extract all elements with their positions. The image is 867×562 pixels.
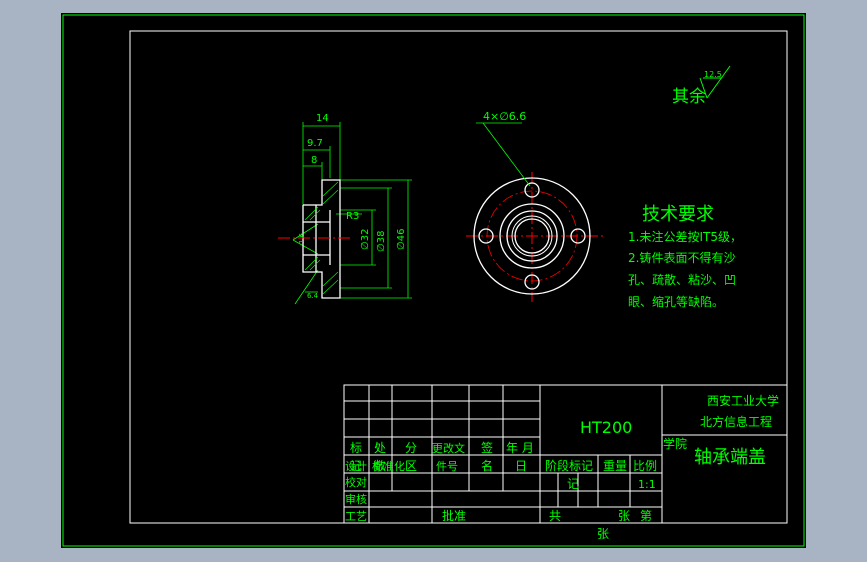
dim-r3: R3	[346, 211, 359, 222]
holes-label: 4×∅6.6	[483, 110, 526, 123]
rev-header: 标	[350, 441, 362, 455]
school-line-3: 学院	[663, 436, 687, 451]
school-line-2: 北方信息工程	[700, 414, 772, 429]
dim-8: 8	[311, 155, 317, 166]
dim-9-7: 9.7	[307, 138, 323, 149]
material: HT200	[580, 418, 632, 437]
note-line: 1.未注公差按IT5级，	[628, 229, 742, 244]
rev-header: 签	[481, 440, 493, 455]
dim-1-6: 1.6	[298, 232, 306, 244]
approve-label: 批准	[442, 508, 466, 523]
scale-label: 比例	[633, 459, 657, 473]
note-line: 孔、疏散、粘沙、凹	[628, 272, 736, 287]
sheet-unit: 张	[618, 509, 630, 523]
school-line-1: 西安工业大学	[707, 393, 779, 408]
roughness-label: 其余	[672, 87, 706, 107]
rev-header2: 件号	[436, 460, 458, 473]
note-line: 眼、缩孔等缺陷。	[628, 294, 724, 309]
dim-d32: ∅32	[360, 229, 371, 250]
rev-header: 更改文	[432, 441, 465, 455]
scale-value: 1:1	[638, 478, 656, 491]
stage-sub: 记	[567, 477, 579, 491]
page-unit: 张	[597, 527, 609, 541]
part-name: 轴承端盖	[694, 447, 766, 468]
total-label: 共	[549, 509, 561, 523]
rev-header2: 日	[515, 459, 527, 473]
rev-header: 处	[374, 441, 386, 455]
cad-drawing-sheet: 其余 12.5 14 9.7 8 R3 ∅32 ∅38 ∅46 1.6 6.4 …	[61, 13, 806, 548]
rev-header2: 名	[481, 458, 493, 473]
role-label: 设计	[345, 460, 367, 473]
std-label: 标准化	[372, 459, 405, 473]
note-line: 2.铸件表面不得有沙	[628, 250, 735, 265]
dim-14: 14	[316, 113, 329, 124]
weight-label: 重量	[603, 459, 627, 473]
role-label: 校对	[345, 475, 367, 489]
rev-header: 年 月	[506, 441, 534, 455]
rev-header: 分	[405, 441, 417, 455]
role-label: 审核	[345, 492, 367, 506]
page-label: 第	[640, 509, 652, 523]
roughness-value: 12.5	[704, 70, 722, 79]
stage-label: 阶段标记	[545, 458, 593, 473]
role-label: 工艺	[345, 510, 367, 523]
dim-d46: ∅46	[396, 229, 407, 250]
dim-6-4: 6.4	[307, 292, 319, 300]
rev-header2: 区	[405, 459, 417, 473]
notes-title: 技术要求	[642, 204, 714, 225]
dim-d38: ∅38	[376, 231, 387, 252]
